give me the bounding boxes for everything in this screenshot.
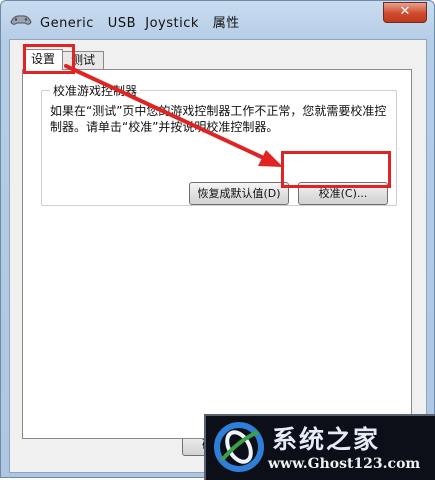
tab-test[interactable]: 测试 [62,51,104,69]
groupbox-title: 校准游戏控制器 [50,82,141,99]
groupbox-description: 如果在“测试”页中您的游戏控制器工作不正常，您就需要校准控制器。请单击“校准”并… [50,104,387,134]
joystick-icon [10,15,32,25]
close-icon: ✕ [399,4,411,19]
watermark-logo: 系统之家 www.Ghost123.com [204,414,435,480]
site-logo-icon [214,422,264,472]
window-title: Generic USB Joystick 属性 [40,16,240,31]
settings-tab-panel: 校准游戏控制器 如果在“测试”页中您的游戏控制器工作不正常，您就需要校准控制器。… [22,69,412,439]
calibrate-groupbox: 校准游戏控制器 如果在“测试”页中您的游戏控制器工作不正常，您就需要校准控制器。… [41,82,397,206]
close-button[interactable]: ✕ [383,2,427,23]
title-bar[interactable]: Generic USB Joystick 属性 ✕ [1,1,434,39]
calibrate-button[interactable]: 校准(C)... [298,182,388,205]
restore-defaults-button[interactable]: 恢复成默认值(D) [189,182,289,205]
watermark-url: www.Ghost123.com [268,456,421,472]
tab-settings[interactable]: 设置 [23,49,63,70]
dialog-client-area: 设置 测试 校准游戏控制器 如果在“测试”页中您的游戏控制器工作不正常，您就需要… [9,39,427,473]
properties-window: Generic USB Joystick 属性 ✕ 设置 测试 校准游戏控制器 … [0,0,435,478]
watermark-site-name: 系统之家 [272,425,381,454]
